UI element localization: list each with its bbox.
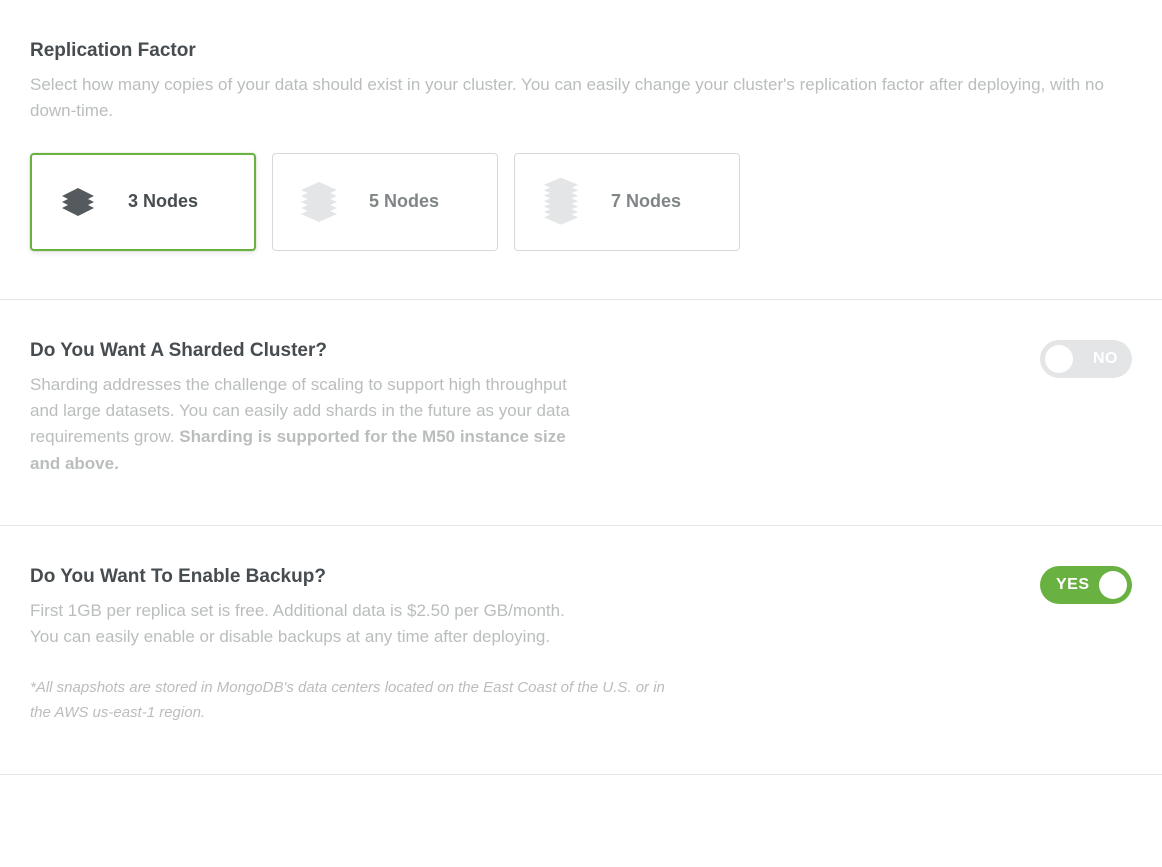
- replication-node-cards: 3 Nodes 5 Nodes: [30, 153, 1132, 251]
- replication-option-label: 7 Nodes: [611, 191, 681, 212]
- backup-desc: First 1GB per replica set is free. Addit…: [30, 598, 570, 651]
- sharding-toggle-label: NO: [1093, 350, 1118, 368]
- sharding-desc: Sharding addresses the challenge of scal…: [30, 372, 570, 477]
- toggle-knob: [1045, 345, 1073, 373]
- replication-title: Replication Factor: [30, 40, 1132, 62]
- replication-section: Replication Factor Select how many copie…: [0, 0, 1162, 300]
- backup-toggle[interactable]: YES: [1040, 566, 1132, 604]
- toggle-knob: [1099, 571, 1127, 599]
- backup-title: Do You Want To Enable Backup?: [30, 566, 670, 588]
- sharding-title: Do You Want A Sharded Cluster?: [30, 340, 570, 362]
- stack-5-icon: [297, 174, 341, 230]
- replication-option-5-nodes[interactable]: 5 Nodes: [272, 153, 498, 251]
- sharding-toggle[interactable]: NO: [1040, 340, 1132, 378]
- backup-toggle-label: YES: [1056, 576, 1090, 594]
- stack-7-icon: [539, 174, 583, 230]
- replication-option-label: 3 Nodes: [128, 191, 198, 212]
- replication-option-7-nodes[interactable]: 7 Nodes: [514, 153, 740, 251]
- replication-option-3-nodes[interactable]: 3 Nodes: [30, 153, 256, 251]
- backup-note: *All snapshots are stored in MongoDB's d…: [30, 675, 670, 726]
- backup-section: Do You Want To Enable Backup? First 1GB …: [0, 526, 1162, 775]
- sharding-section: Do You Want A Sharded Cluster? Sharding …: [0, 300, 1162, 526]
- replication-option-label: 5 Nodes: [369, 191, 439, 212]
- stack-3-icon: [56, 174, 100, 230]
- replication-desc: Select how many copies of your data shou…: [30, 72, 1130, 125]
